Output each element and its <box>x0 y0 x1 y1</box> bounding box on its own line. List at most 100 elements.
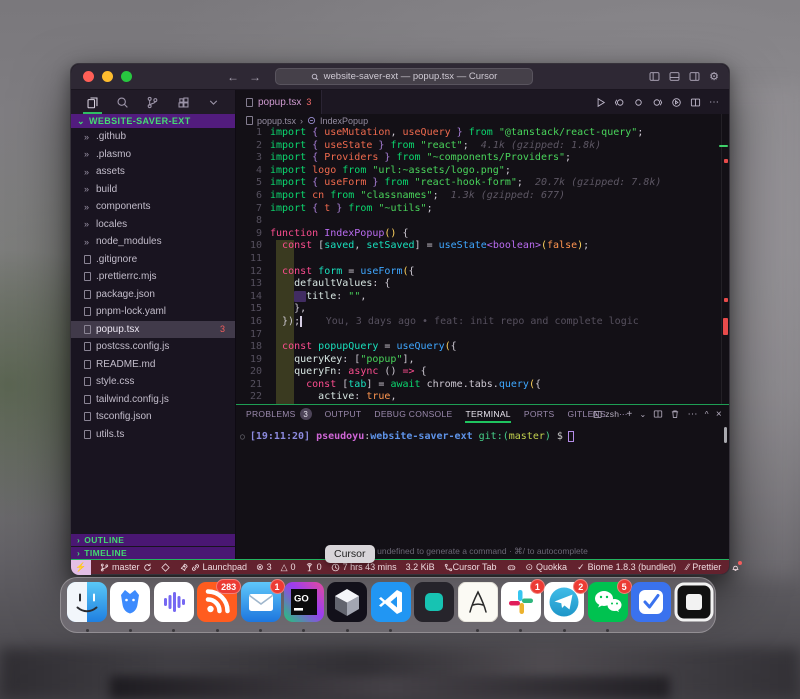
panel-tab-debug-console[interactable]: DEBUG CONSOLE <box>374 405 452 423</box>
tab-popup-tsx[interactable]: popup.tsx 3 <box>236 90 322 114</box>
run-icon[interactable] <box>595 97 606 108</box>
explorer-item-tailwind-config-js[interactable]: tailwind.config.js <box>71 391 235 409</box>
split-editor-icon[interactable] <box>690 97 701 108</box>
status-notifications[interactable] <box>731 563 740 572</box>
status-warnings[interactable]: △0 <box>281 562 296 573</box>
terminal-scrollbar[interactable] <box>724 427 727 443</box>
code-line-13[interactable]: 13 defaultValues: { <box>236 278 721 291</box>
code-line-16[interactable]: 16 }); You, 3 days ago • feat: init repo… <box>236 316 721 329</box>
explorer-item-components[interactable]: »components <box>71 198 235 216</box>
explorer-item-tsconfig-json[interactable]: tsconfig.json <box>71 408 235 426</box>
explorer-item-assets[interactable]: »assets <box>71 163 235 181</box>
explorer-item-package-json[interactable]: package.json <box>71 286 235 304</box>
dock-telegram-icon[interactable]: 2 <box>544 582 584 633</box>
status-compare[interactable] <box>444 563 453 572</box>
dock-waveform-app-icon[interactable] <box>154 582 194 633</box>
code-line-22[interactable]: 22 active: true, <box>236 391 721 404</box>
split-terminal-icon[interactable] <box>653 409 663 419</box>
dock-warp-icon[interactable] <box>414 582 454 633</box>
explorer-item--plasmo[interactable]: ».plasmo <box>71 146 235 164</box>
code-line-8[interactable]: 8 <box>236 215 721 228</box>
dock-sketch-app-icon[interactable] <box>458 582 498 633</box>
dock-mail-icon[interactable]: 1 <box>241 582 281 633</box>
status-git-branch[interactable]: master <box>100 562 152 572</box>
explorer-item-postcss-config-js[interactable]: postcss.config.js <box>71 338 235 356</box>
code-line-10[interactable]: 10 const [saved, setSaved] = useState<bo… <box>236 240 721 253</box>
code-line-18[interactable]: 18 const popupQuery = useQuery({ <box>236 341 721 354</box>
panel-tab-output[interactable]: OUTPUT <box>325 405 362 423</box>
settings-gear-icon[interactable]: ⚙ <box>709 70 719 83</box>
outline-section[interactable]: › OUTLINE <box>71 534 235 546</box>
code-editor[interactable]: 1import { useMutation, useQuery } from "… <box>236 127 721 404</box>
explorer-root-folder[interactable]: ⌄ WEBSITE-SAVER-EXT <box>71 114 235 128</box>
nav-forward-icon[interactable] <box>652 97 663 108</box>
history-back-icon[interactable]: ← <box>227 70 239 84</box>
code-line-3[interactable]: 3import { Providers } from "~components/… <box>236 152 721 165</box>
status-cursor-tab[interactable]: Cursor Tab <box>453 562 497 572</box>
explorer-item-utils-ts[interactable]: utils.ts <box>71 426 235 444</box>
search-icon[interactable] <box>114 90 131 114</box>
status-wakatime[interactable]: 7 hrs 43 mins <box>331 562 397 572</box>
record-icon[interactable] <box>633 97 644 108</box>
toggle-secondary-sidebar-icon[interactable] <box>689 71 700 82</box>
status-launchpad[interactable]: Launchpad <box>179 562 248 572</box>
terminal-prompt-line[interactable]: ○ [19:11:20] pseudoyu:website-saver-ext … <box>240 431 729 442</box>
status-remote-indicator[interactable]: ⚡ <box>71 560 91 575</box>
more-panel-actions-icon[interactable]: ⋯ <box>687 409 697 420</box>
explorer-item-README-md[interactable]: README.md <box>71 356 235 374</box>
status-ports[interactable]: 0 <box>305 562 322 572</box>
breadcrumb-file[interactable]: popup.tsx <box>257 116 296 126</box>
code-line-17[interactable]: 17 <box>236 329 721 342</box>
title-bar[interactable]: ← → website-saver-ext — popup.tsx — Curs… <box>71 64 729 90</box>
code-line-4[interactable]: 4import logo from "url:~assets/logo.png"… <box>236 165 721 178</box>
status-copilot[interactable] <box>507 563 516 572</box>
breadcrumb[interactable]: popup.tsx › IndexPopup <box>236 114 729 127</box>
toggle-panel-icon[interactable] <box>669 71 680 82</box>
code-line-11[interactable]: 11 <box>236 253 721 266</box>
shell-selector[interactable]: zsh <box>593 409 619 419</box>
explorer-item-pnpm-lock-yaml[interactable]: pnpm-lock.yaml <box>71 303 235 321</box>
panel-tab-ports[interactable]: PORTS <box>524 405 555 423</box>
explorer-item--prettierrc-mjs[interactable]: .prettierrc.mjs <box>71 268 235 286</box>
status-file-size[interactable]: 3.2 KiB <box>406 562 435 572</box>
dock-goland-icon[interactable]: GO <box>284 582 324 633</box>
close-panel-icon[interactable]: × <box>716 409 722 420</box>
code-line-15[interactable]: 15 }, <box>236 303 721 316</box>
close-window-button[interactable] <box>83 71 94 82</box>
dock-fox-notes-icon[interactable] <box>110 582 150 633</box>
chevron-down-icon[interactable] <box>205 90 222 114</box>
minimize-window-button[interactable] <box>102 71 113 82</box>
dock-slack-icon[interactable]: 1 <box>501 582 541 633</box>
code-line-9[interactable]: 9function IndexPopup() { <box>236 228 721 241</box>
timer-icon[interactable] <box>671 97 682 108</box>
dock-wechat-icon[interactable]: 5 <box>588 582 628 633</box>
explorer-icon[interactable] <box>84 90 101 114</box>
code-line-12[interactable]: 12 const form = useForm({ <box>236 266 721 279</box>
breadcrumb-symbol[interactable]: IndexPopup <box>320 116 368 126</box>
explorer-item-build[interactable]: »build <box>71 181 235 199</box>
kill-terminal-icon[interactable] <box>670 409 680 419</box>
status-gitlens[interactable] <box>161 563 170 572</box>
code-line-20[interactable]: 20 queryFn: async () => { <box>236 366 721 379</box>
more-actions-icon[interactable]: ⋯ <box>709 97 719 108</box>
terminal-dropdown-icon[interactable]: ⌄ <box>639 410 646 419</box>
panel-tab-terminal[interactable]: TERMINAL <box>465 405 510 423</box>
panel-tab-problems[interactable]: PROBLEMS3 <box>246 405 312 423</box>
timeline-section[interactable]: › TIMELINE <box>71 547 235 559</box>
explorer-item-node-modules[interactable]: »node_modules <box>71 233 235 251</box>
zoom-window-button[interactable] <box>121 71 132 82</box>
status-biome[interactable]: ✓Biome 1.8.3 (bundled) <box>577 562 676 573</box>
new-terminal-icon[interactable]: + <box>626 409 632 420</box>
code-line-5[interactable]: 5import { useForm } from "react-hook-for… <box>236 177 721 190</box>
dock-clipped-app-icon[interactable] <box>674 582 714 633</box>
status-quokka[interactable]: ⊙Quokka <box>526 562 568 573</box>
status-prettier[interactable]: ∕∕Prettier <box>686 562 721 572</box>
explorer-item--gitignore[interactable]: .gitignore <box>71 251 235 269</box>
code-line-19[interactable]: 19 queryKey: ["popup"], <box>236 354 721 367</box>
nav-back-icon[interactable] <box>614 97 625 108</box>
explorer-item-style-css[interactable]: style.css <box>71 373 235 391</box>
dock-rss-reader-icon[interactable]: 283 <box>197 582 237 633</box>
code-line-1[interactable]: 1import { useMutation, useQuery } from "… <box>236 127 721 140</box>
source-control-icon[interactable] <box>144 90 161 114</box>
code-line-14[interactable]: 14 title: "", <box>236 291 721 304</box>
